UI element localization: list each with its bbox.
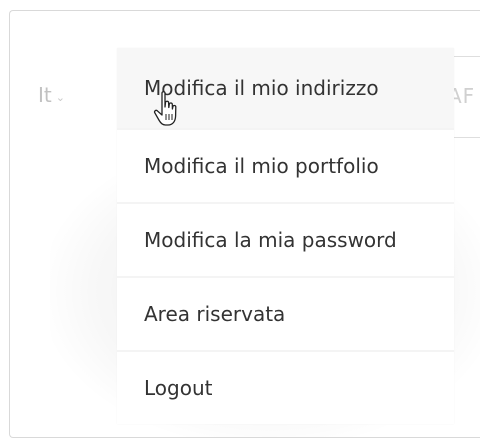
hand-pointer-icon	[153, 91, 177, 126]
chevron-down-icon: ⌄	[55, 90, 65, 104]
language-selector[interactable]: It ⌄	[38, 83, 65, 107]
menu-item-reserved-area[interactable]: Area riservata	[117, 276, 454, 350]
language-label: It	[38, 83, 52, 107]
menu-item-edit-password[interactable]: Modifica la mia password	[117, 202, 454, 276]
menu-item-label: Modifica il mio portfolio	[144, 154, 379, 178]
menu-item-label: Modifica la mia password	[144, 228, 397, 252]
menu-item-edit-portfolio[interactable]: Modifica il mio portfolio	[117, 128, 454, 202]
menu-item-logout[interactable]: Logout	[117, 350, 454, 424]
menu-item-label: Logout	[144, 376, 213, 400]
menu-item-label: Area riservata	[144, 302, 286, 326]
